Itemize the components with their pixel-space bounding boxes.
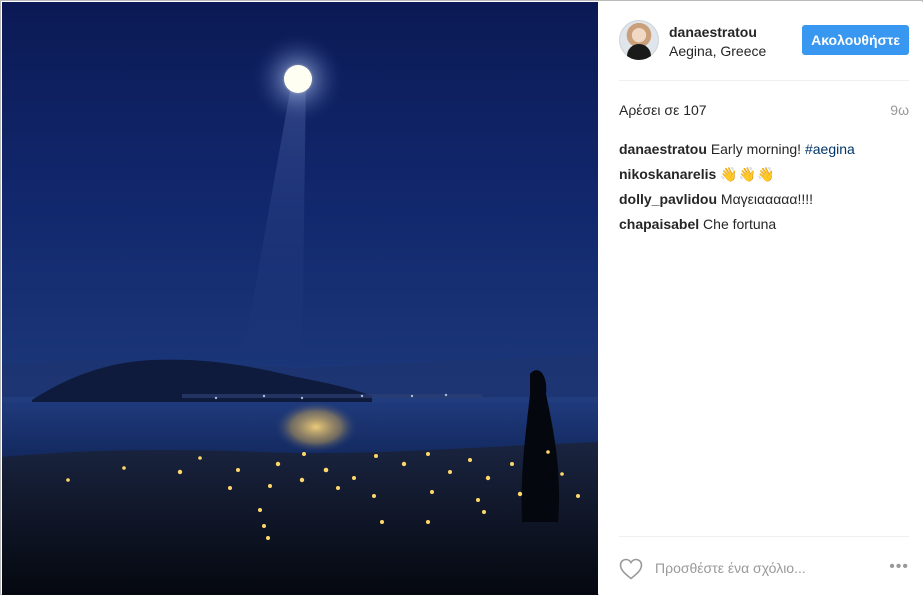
comment-item: nikoskanarelis 👋👋👋: [619, 165, 909, 183]
post-dialog: danaestratou Aegina, Greece Ακολουθήστε …: [0, 0, 923, 595]
hashtag-link[interactable]: #aegina: [805, 141, 855, 157]
night-sea-image: [2, 33, 598, 595]
comment-divider: [619, 536, 909, 537]
comment-author[interactable]: chapaisabel: [619, 216, 699, 232]
post-time[interactable]: 9ω: [890, 102, 909, 118]
comment-item: dolly_pavlidou Μαγειααααα!!!!: [619, 190, 909, 208]
location-link[interactable]: Aegina, Greece: [669, 43, 766, 59]
avatar[interactable]: [619, 20, 659, 60]
heart-icon[interactable]: [619, 558, 643, 585]
comment-text: 👋👋👋: [720, 166, 776, 182]
comment-author[interactable]: danaestratou: [619, 141, 707, 157]
post-photo[interactable]: [2, 2, 598, 595]
comment-text: Μαγειααααα!!!!: [720, 191, 814, 207]
post-sidebar: danaestratou Aegina, Greece Ακολουθήστε …: [599, 2, 923, 595]
comment-bar: •••: [619, 554, 909, 584]
comment-author[interactable]: dolly_pavlidou: [619, 191, 717, 207]
header-divider: [619, 80, 909, 81]
likes-row: Αρέσει σε 107 9ω: [619, 102, 909, 122]
more-options-icon[interactable]: •••: [889, 558, 909, 576]
comment-item: chapaisabel Che fortuna: [619, 215, 909, 233]
comment-text: Early morning!: [710, 141, 802, 157]
comment-list: danaestratou Early morning! #aegina niko…: [619, 140, 909, 240]
avatar-figure: [627, 44, 651, 60]
comment-input[interactable]: [655, 556, 875, 580]
comment-author[interactable]: nikoskanarelis: [619, 166, 716, 182]
post-header: danaestratou Aegina, Greece Ακολουθήστε: [619, 20, 909, 64]
likes-count[interactable]: Αρέσει σε 107: [619, 102, 707, 118]
comment-text: Che fortuna: [703, 216, 777, 232]
follow-button[interactable]: Ακολουθήστε: [802, 25, 909, 55]
comment-item: danaestratou Early morning! #aegina: [619, 140, 909, 158]
header-username[interactable]: danaestratou: [669, 24, 757, 40]
